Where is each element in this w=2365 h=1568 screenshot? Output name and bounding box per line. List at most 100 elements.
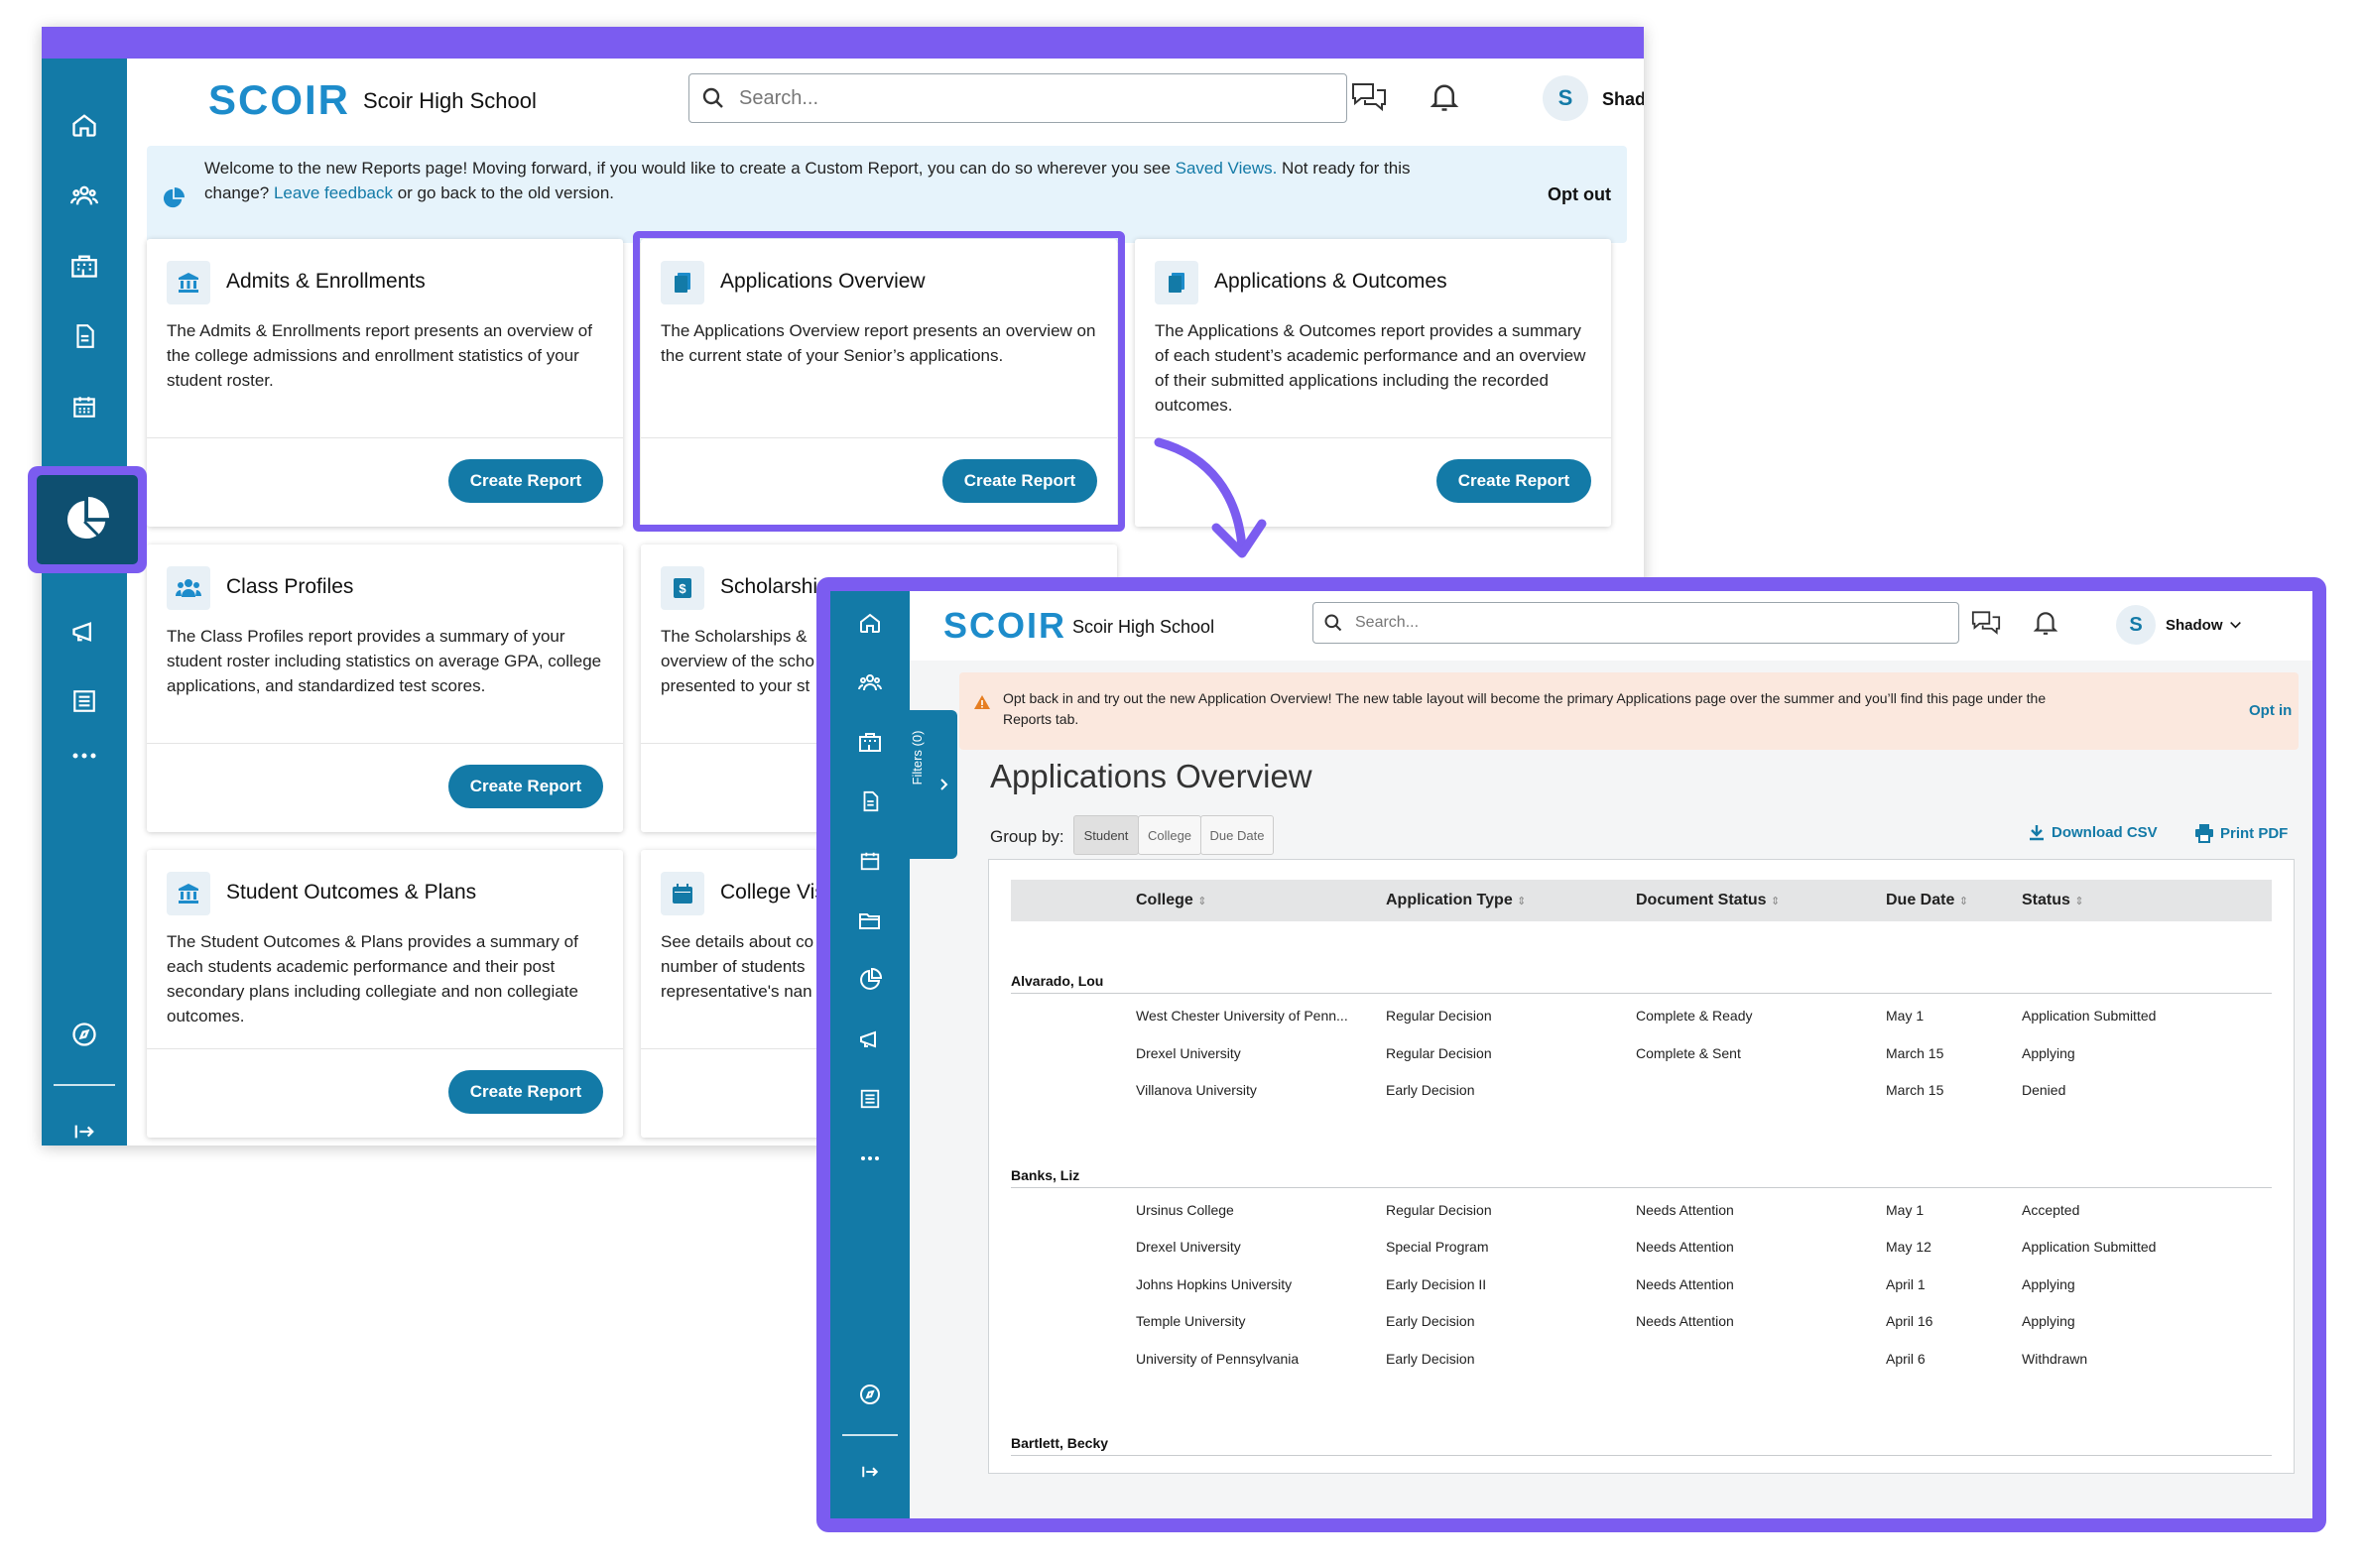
group-divider [1011,993,2272,994]
cell-college[interactable]: West Chester University of Penn... [1136,1008,1348,1024]
sidebar-colleges[interactable] [830,722,910,762]
column-header-college[interactable]: College ⇕ [1136,892,1206,909]
search-input[interactable]: Search... [688,73,1347,123]
pie-chart-icon [163,187,185,208]
cell-due-date: May 1 [1886,1201,1925,1218]
user-name[interactable]: Shadow [1602,89,1644,110]
sidebar-calendar[interactable] [830,841,910,881]
card-title: Scholarshi [720,575,818,598]
cell-document-status: Complete & Sent [1636,1044,1741,1061]
applications-window: SCOIR Scoir High School Search... S Shad… [816,577,2326,1532]
sidebar-announcements[interactable] [830,1020,910,1059]
create-report-button[interactable]: Create Report [448,1070,603,1114]
sidebar-more[interactable] [830,1139,910,1178]
cell-college[interactable]: Ursinus College [1136,1202,1234,1218]
cell-college[interactable]: Temple University [1136,1313,1245,1329]
group-by-due-date[interactable]: Due Date [1200,815,1274,855]
sidebar [42,59,127,1146]
group-by-college[interactable]: College [1138,815,1201,855]
more-icon [72,753,96,759]
card-description: The Student Outcomes & Plans provides a … [167,932,578,1025]
cell-application-type: Special Program [1386,1239,1489,1255]
sidebar-home[interactable] [42,97,127,153]
column-header-application-type[interactable]: Application Type ⇕ [1386,892,1526,909]
scoir-logo[interactable]: SCOIR [943,605,1066,647]
cell-college[interactable]: Drexel University [1136,1239,1241,1255]
chat-icon [1971,611,2001,635]
sidebar-explore[interactable] [42,1007,127,1062]
sidebar-reports-active[interactable] [37,475,138,564]
folder-icon [859,913,880,929]
cell-college[interactable]: Villanova University [1136,1082,1257,1098]
create-report-button[interactable]: Create Report [448,459,603,503]
chevron-right-icon [940,779,948,790]
column-header-status[interactable]: Status ⇕ [2022,892,2084,909]
create-report-button[interactable]: Create Report [1436,459,1591,503]
banner-text-4: or go back to the old version. [393,183,615,202]
group-by-student[interactable]: Student [1073,815,1139,855]
card-icon-wrap: $ [661,566,704,610]
sidebar-colleges[interactable] [42,238,127,294]
compass-icon [860,1385,880,1404]
avatar[interactable]: S [1543,75,1588,121]
cell-status: Application Submitted [2022,1239,2157,1255]
sidebar-more[interactable] [42,728,127,784]
building-icon [71,255,97,278]
opt-out-button[interactable]: Opt out [1548,182,1611,207]
download-icon [2030,825,2044,841]
messages-button[interactable] [1349,80,1389,114]
filters-panel-toggle[interactable]: Filters (0) [910,710,957,859]
print-pdf-button[interactable]: Print PDF [2194,823,2288,843]
cell-college[interactable]: Johns Hopkins University [1136,1276,1292,1292]
messages-button[interactable] [1969,609,2003,637]
scoir-logo[interactable]: SCOIR [208,76,350,124]
cell-status: Withdrawn [2022,1350,2088,1367]
sidebar-home[interactable] [830,603,910,643]
notifications-button[interactable] [2033,609,2058,637]
sort-icon: ⇕ [1197,896,1207,907]
cell-application-type: Regular Decision [1386,1201,1492,1218]
notifications-button[interactable] [1430,80,1459,114]
sidebar-calendar[interactable] [42,379,127,434]
sidebar-reports[interactable] [830,960,910,1000]
sidebar-explore[interactable] [830,1375,910,1414]
sidebar-expand[interactable] [830,1452,910,1492]
sidebar-folders[interactable] [830,901,910,940]
window-top-bar [42,27,1644,59]
cell-status: Denied [2022,1082,2066,1098]
chevron-down-icon[interactable] [2229,621,2242,629]
leave-feedback-link[interactable]: Leave feedback [274,183,393,202]
sidebar-expand[interactable] [42,1104,127,1146]
sidebar-documents[interactable] [830,782,910,821]
sidebar-students[interactable] [42,168,127,223]
table-header: College ⇕ Application Type ⇕ Document St… [1011,880,2272,921]
report-card-class-profiles: Class Profiles The Class Profiles report… [147,544,623,832]
cell-college[interactable]: Drexel University [1136,1045,1241,1061]
sidebar-students[interactable] [830,663,910,702]
group-student-name[interactable]: Banks, Liz [1011,1167,1079,1183]
group-divider [1011,1186,2272,1188]
search-input[interactable]: Search... [1312,602,1959,644]
group-student-name[interactable]: Alvarado, Lou [1011,973,1103,989]
user-name[interactable]: Shadow [2166,617,2223,634]
warning-icon [974,695,990,709]
sidebar-documents[interactable] [42,308,127,364]
cell-college[interactable]: University of Pennsylvania [1136,1351,1299,1367]
filters-label: Filters (0) [910,730,925,785]
saved-views-link[interactable]: Saved Views. [1176,159,1278,178]
search-icon [702,87,723,108]
sidebar-lists[interactable] [830,1079,910,1119]
sidebar-lists[interactable] [42,673,127,729]
column-header-document-status[interactable]: Document Status ⇕ [1636,892,1780,909]
group-student-name[interactable]: Bartlett, Becky [1011,1435,1108,1451]
print-pdf-label: Print PDF [2220,824,2289,842]
sort-icon: ⇕ [2074,896,2084,907]
download-csv-button[interactable]: Download CSV [2028,823,2158,841]
avatar[interactable]: S [2116,605,2156,645]
sidebar-announcements[interactable] [42,604,127,660]
card-title: Class Profiles [226,575,354,598]
column-header-due-date[interactable]: Due Date ⇕ [1886,892,1968,909]
opt-in-button[interactable]: Opt in [2249,700,2292,721]
bank-icon [179,884,198,904]
create-report-button[interactable]: Create Report [448,765,603,808]
